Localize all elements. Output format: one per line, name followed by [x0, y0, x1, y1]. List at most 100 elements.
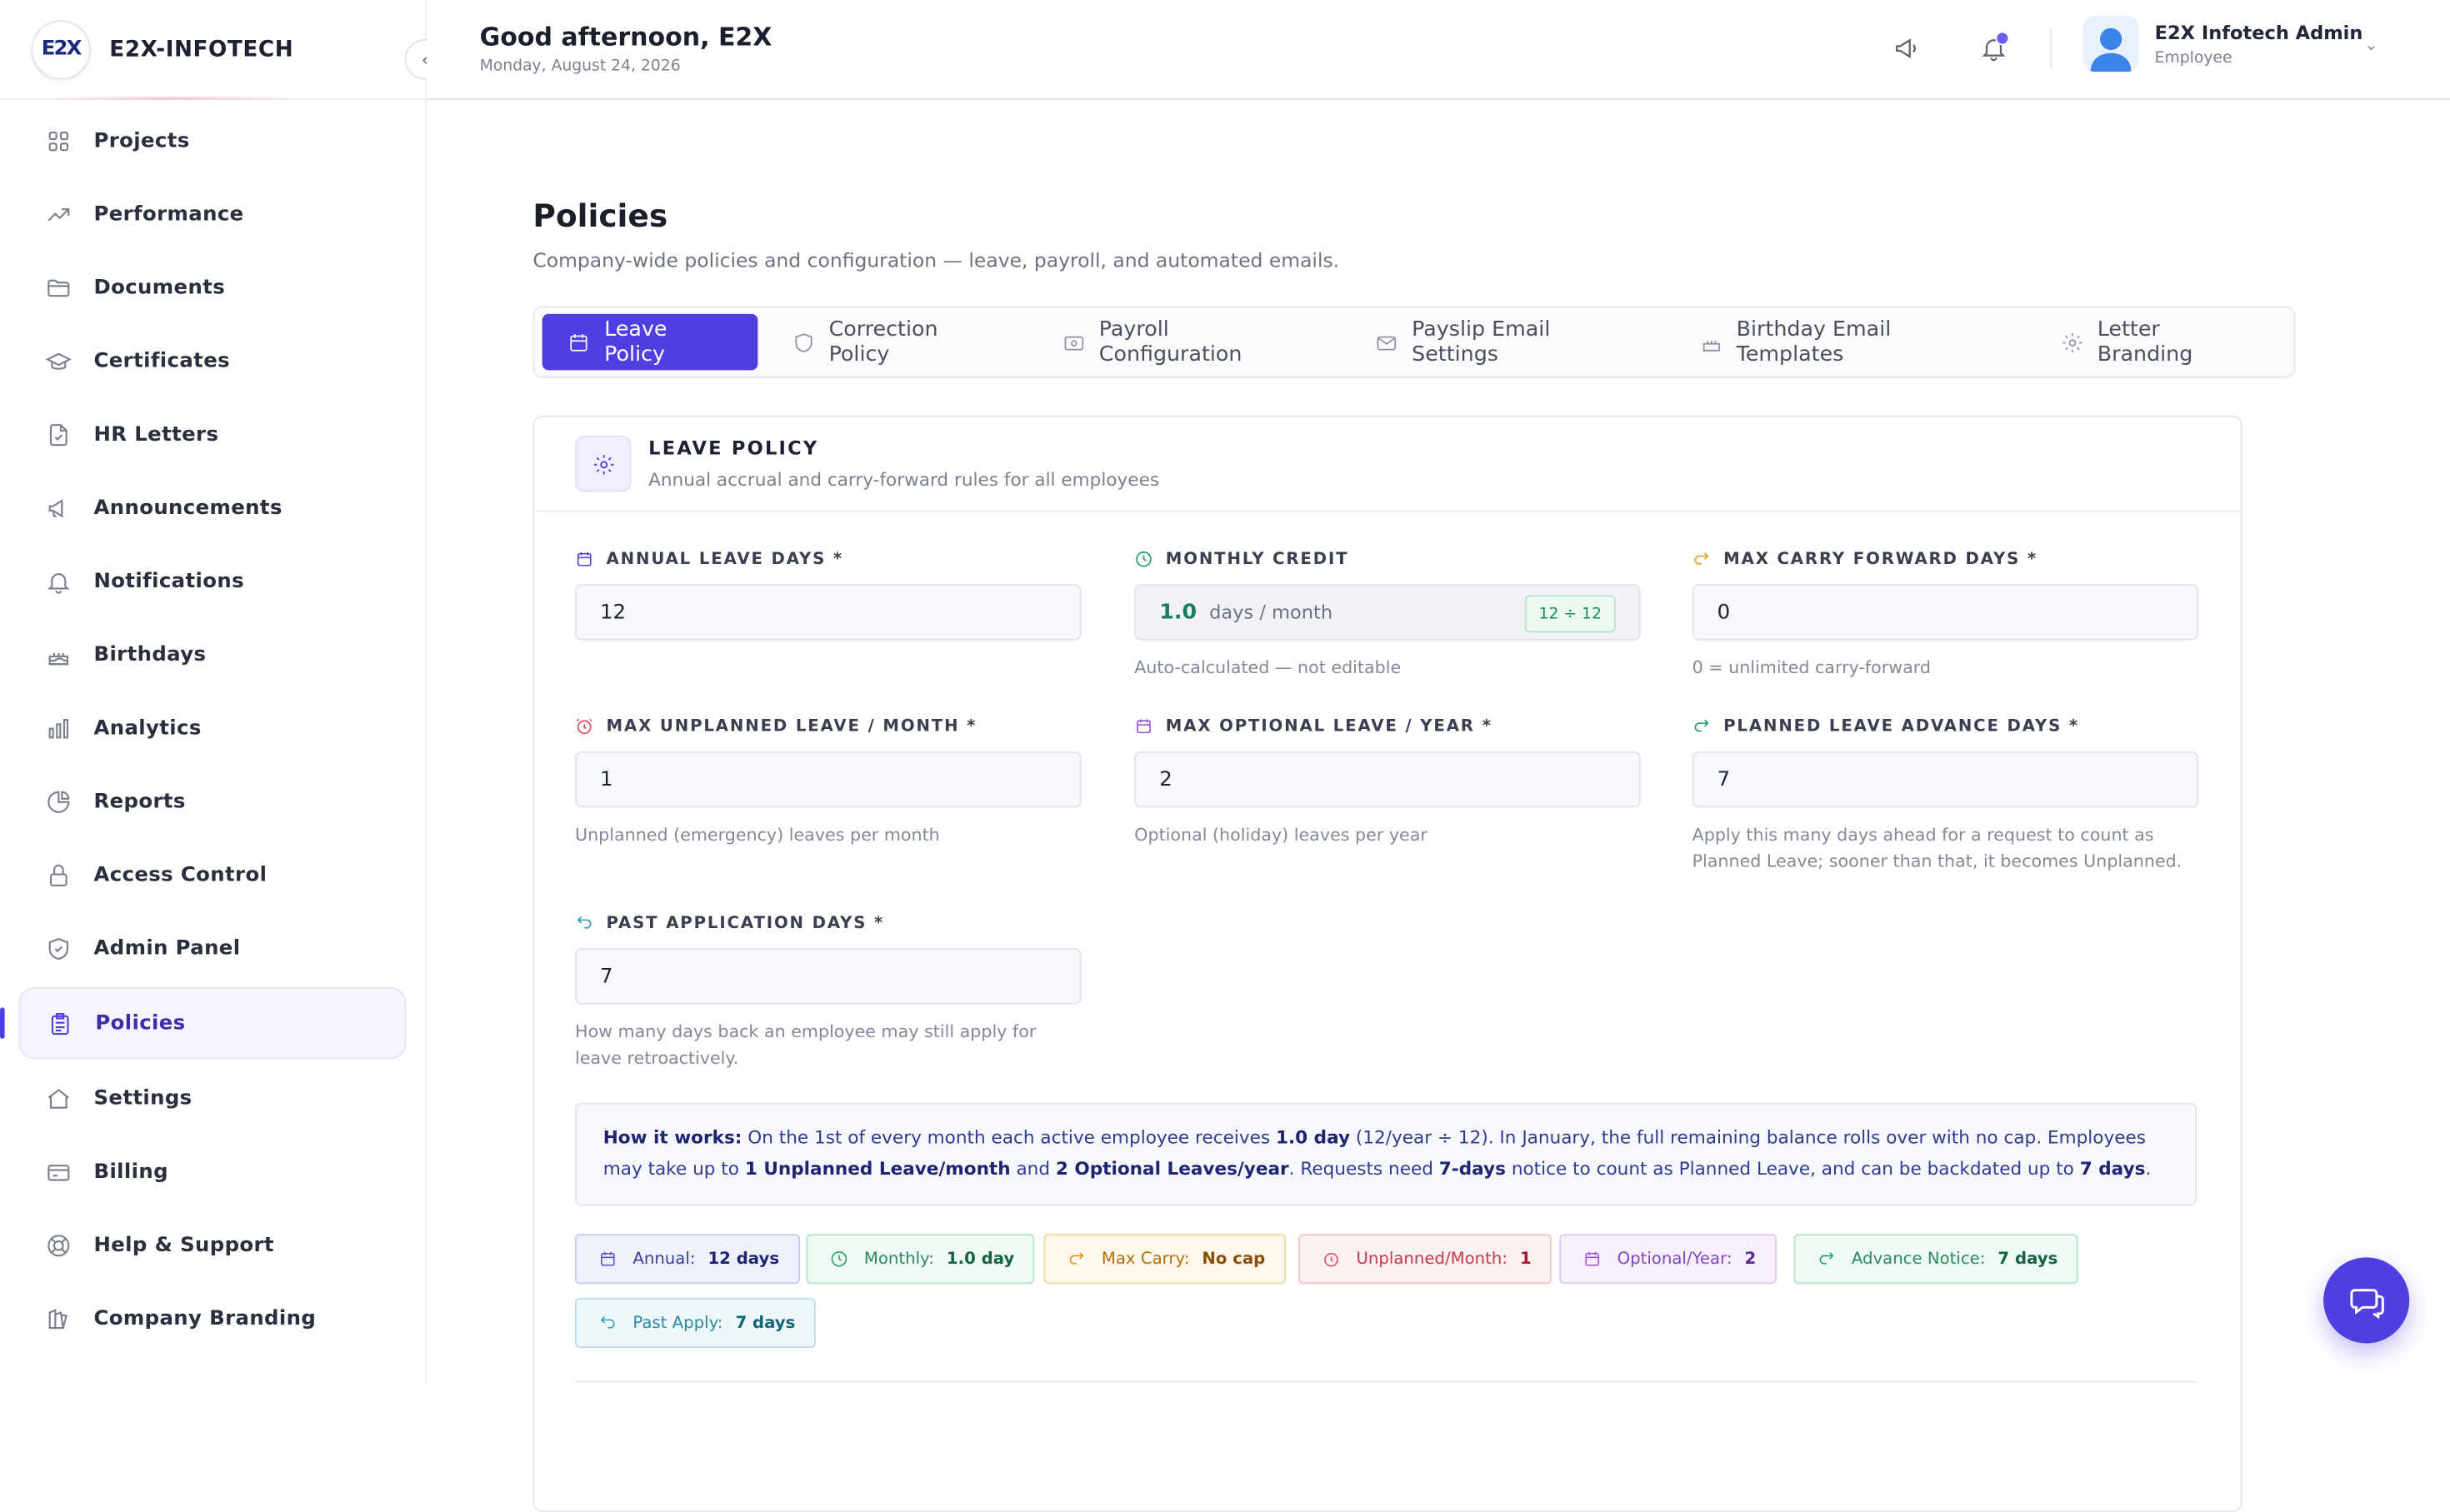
shield-check-icon	[44, 934, 72, 962]
wallet-icon	[1063, 335, 1083, 350]
cake-icon	[1702, 340, 1720, 351]
card-subtitle: Annual accrual and carry-forward rules f…	[648, 468, 1160, 491]
notifications-button[interactable]	[1977, 31, 2011, 66]
chip-value: 1	[1519, 1250, 1532, 1269]
sidebar-item-label: Settings	[93, 1086, 192, 1110]
info-bold: 1 Unplanned Leave/month	[744, 1156, 1011, 1179]
sidebar-item-label: HR Letters	[93, 422, 219, 447]
clipboard-icon	[45, 1009, 73, 1037]
optional-leave-input[interactable]: 2	[1134, 751, 1641, 808]
sidebar-item-help-support[interactable]: Help & Support	[19, 1210, 407, 1280]
sidebar-item-birthdays[interactable]: Birthdays	[19, 620, 407, 689]
monthly-credit-field: MONTHLY CREDIT 1.0 days / month 12 ÷ 12 …	[1134, 548, 1641, 681]
sidebar-nav: Projects Performance Documents Certifica…	[0, 107, 425, 1353]
megaphone-icon	[1892, 34, 1921, 62]
past-application-field: PAST APPLICATION DAYS * 7 How many days …	[575, 912, 1082, 1071]
info-bold: 2 Optional Leaves/year	[1055, 1156, 1289, 1179]
tab-letter-branding[interactable]: Letter Branding	[2035, 314, 2284, 371]
sidebar-item-analytics[interactable]: Analytics	[19, 694, 407, 763]
tab-label: Payslip Email Settings	[1412, 317, 1551, 367]
announcements-button[interactable]	[1889, 32, 1923, 66]
summary-chip-advance: Advance Notice: 7 days	[1793, 1234, 2078, 1285]
sidebar-item-label: Admin Panel	[93, 936, 241, 961]
summary-chip-carry: Max Carry: No cap	[1043, 1234, 1286, 1285]
undo-icon	[577, 916, 592, 929]
sidebar-item-settings[interactable]: Settings	[19, 1064, 407, 1133]
main-content: Policies Company-wide policies and confi…	[426, 100, 2450, 1512]
field-value: 0	[1717, 600, 1731, 625]
tab-leave-policy[interactable]: Leave Policy	[542, 313, 758, 371]
tab-label: Correction Policy	[828, 317, 938, 367]
sidebar-item-label: Performance	[93, 202, 244, 226]
field-value: 12	[600, 600, 627, 625]
calendar-icon	[577, 551, 592, 566]
tab-birthday-email-templates[interactable]: Birthday Email Templates	[1674, 314, 2026, 371]
user-menu[interactable]: E2X Infotech Admin Employee	[2082, 15, 2362, 72]
sidebar-item-policies[interactable]: Policies	[0, 987, 407, 1060]
sidebar-item-admin-panel[interactable]: Admin Panel	[19, 914, 407, 983]
sidebar-item-projects[interactable]: Projects	[19, 107, 407, 176]
sidebar-item-certificates[interactable]: Certificates	[19, 327, 407, 396]
summary-chip-past: Past Apply: 7 days	[575, 1298, 816, 1349]
field-label: MONTHLY CREDIT	[1165, 550, 1349, 569]
graduation-cap-icon	[44, 347, 72, 375]
field-label: ANNUAL LEAVE DAYS *	[606, 550, 844, 569]
sidebar-item-performance[interactable]: Performance	[19, 180, 407, 249]
sidebar-item-hr-letters[interactable]: HR Letters	[19, 400, 407, 469]
trend-icon	[44, 200, 72, 228]
credit-unit: days / month	[1209, 601, 1333, 624]
sidebar-item-company-branding[interactable]: Company Branding	[19, 1284, 407, 1353]
bell-icon	[44, 567, 72, 596]
summary-chip-unplanned: Unplanned/Month: 1	[1298, 1234, 1552, 1285]
chip-value: 7 days	[735, 1313, 796, 1333]
clock-icon	[1136, 551, 1152, 567]
calendar-icon	[1137, 719, 1151, 734]
sidebar-item-billing[interactable]: Billing	[19, 1137, 407, 1206]
sidebar-item-label: Policies	[95, 1011, 186, 1035]
carry-forward-input[interactable]: 0	[1692, 584, 2199, 641]
tab-payroll-configuration[interactable]: Payroll Configuration	[1037, 314, 1340, 371]
chip-label: Optional/Year:	[1617, 1250, 1732, 1269]
palette-icon	[44, 1305, 72, 1333]
advance-days-input[interactable]: 7	[1692, 751, 2199, 808]
undo-icon	[600, 1316, 615, 1329]
leave-policy-card: LEAVE POLICY Annual accrual and carry-fo…	[532, 415, 2242, 1512]
info-bold: 1.0 day	[1275, 1125, 1351, 1149]
cake-icon	[44, 641, 72, 669]
field-label: MAX OPTIONAL LEAVE / YEAR *	[1165, 716, 1492, 736]
field-hint: How many days back an employee may still…	[575, 1021, 1037, 1069]
credit-card-icon	[44, 1157, 72, 1185]
tab-label: Birthday Email Templates	[1736, 317, 1892, 367]
tab-correction-policy[interactable]: Correction Policy	[767, 314, 1028, 371]
header-divider	[2050, 27, 2052, 69]
annual-leave-input[interactable]: 12	[575, 584, 1082, 641]
field-value: 7	[600, 964, 613, 988]
tab-payslip-email-settings[interactable]: Payslip Email Settings	[1350, 314, 1665, 371]
redo-icon	[1069, 1252, 1084, 1265]
sidebar-item-label: Documents	[93, 275, 226, 300]
forward-icon	[1819, 1252, 1834, 1265]
sidebar-item-label: Billing	[93, 1160, 168, 1184]
sidebar-item-announcements[interactable]: Announcements	[19, 473, 407, 542]
sidebar-item-reports[interactable]: Reports	[19, 767, 407, 836]
chevron-down-icon[interactable]: ⌄	[2364, 34, 2378, 54]
brand-logo[interactable]: E2X	[31, 19, 91, 79]
chip-value: 1.0 day	[946, 1250, 1015, 1269]
brand-logo-text: E2X	[41, 37, 82, 62]
unplanned-leave-input[interactable]: 1	[575, 751, 1082, 808]
chip-value: No cap	[1202, 1250, 1266, 1269]
alarm-icon	[577, 718, 592, 735]
sidebar-item-label: Certificates	[93, 349, 231, 373]
chat-support-button[interactable]	[2323, 1257, 2410, 1344]
sidebar-item-notifications[interactable]: Notifications	[19, 546, 407, 616]
chip-label: Advance Notice:	[1851, 1250, 1986, 1269]
chip-label: Annual:	[632, 1250, 696, 1269]
sidebar-item-documents[interactable]: Documents	[19, 253, 407, 322]
summary-chip-monthly: Monthly: 1.0 day	[806, 1234, 1035, 1285]
sidebar-item-access-control[interactable]: Access Control	[19, 841, 407, 910]
past-application-input[interactable]: 7	[575, 948, 1082, 1005]
sidebar-item-label: Access Control	[93, 862, 268, 887]
sidebar-item-label: Notifications	[93, 569, 245, 593]
field-hint: Apply this many days ahead for a request…	[1692, 825, 2182, 872]
bar-chart-icon	[44, 714, 72, 742]
